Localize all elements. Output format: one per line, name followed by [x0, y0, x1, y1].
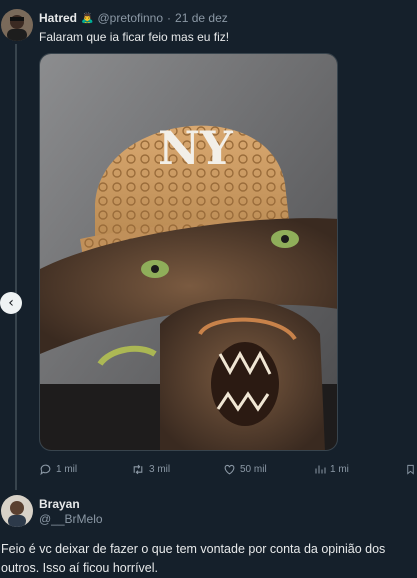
avatar[interactable]: [1, 495, 33, 527]
views-chart-icon: [314, 463, 326, 476]
heart-icon: [223, 463, 236, 476]
timestamp[interactable]: 21 de dez: [175, 11, 228, 25]
tweet-header: Hatred 🙇‍♂️ @pretofinno · 21 de dez: [39, 11, 228, 25]
handle[interactable]: @__BrMelo: [39, 512, 103, 526]
tweet-actions: 1 mil 3 mil 50 mil 1 mi: [39, 463, 417, 479]
views-button[interactable]: 1 mi: [314, 463, 349, 476]
avatar[interactable]: [1, 9, 33, 41]
display-name[interactable]: Brayan: [39, 497, 80, 511]
display-name[interactable]: Hatred: [39, 11, 77, 25]
bookmark-icon: [405, 463, 416, 476]
retweet-icon: [131, 463, 145, 476]
retweet-button[interactable]: 3 mil: [131, 463, 170, 476]
name-emoji-icon: 🙇‍♂️: [81, 12, 94, 24]
reply-button[interactable]: 1 mil: [39, 463, 77, 476]
svg-text:NY: NY: [158, 121, 234, 175]
retweet-count: 3 mil: [149, 464, 171, 475]
previous-media-button[interactable]: ‹: [0, 292, 22, 314]
handle[interactable]: @pretofinno: [97, 11, 163, 25]
bookmark-button[interactable]: [405, 463, 416, 476]
reply-count: 1 mil: [56, 464, 78, 475]
like-count: 50 mil: [240, 464, 267, 475]
tweet-text: Feio é vc deixar de fazer o que tem vont…: [1, 542, 386, 575]
like-button[interactable]: 50 mil: [223, 463, 267, 476]
separator: ·: [167, 11, 172, 25]
thread-connector-line: [15, 44, 17, 490]
views-count: 1 mi: [330, 464, 349, 475]
tweet-media-image[interactable]: NY: [39, 53, 338, 451]
tweet-text: Falaram que ia ficar feio mas eu fiz!: [39, 30, 230, 44]
reply-icon: [39, 463, 52, 476]
